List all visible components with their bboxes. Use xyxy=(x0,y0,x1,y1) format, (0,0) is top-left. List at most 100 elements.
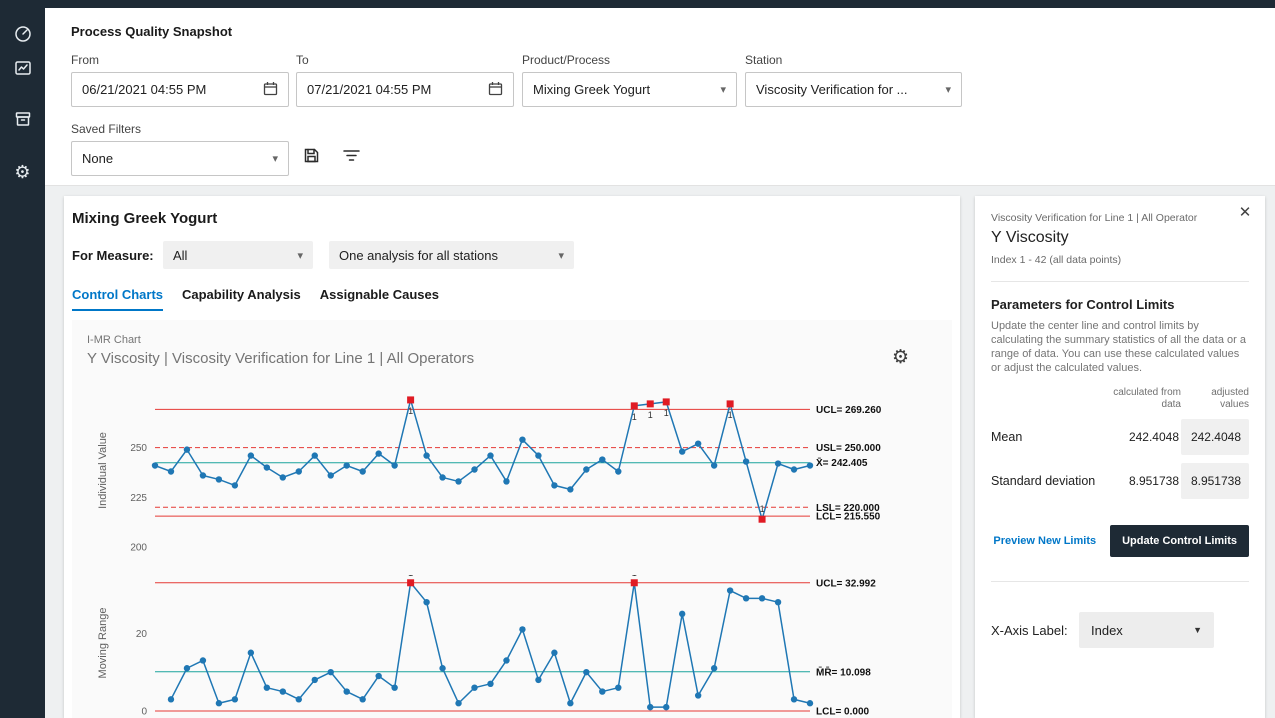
xaxis-value: Index xyxy=(1091,623,1123,638)
svg-text:1: 1 xyxy=(728,410,733,420)
analysis-mode-value: One analysis for all stations xyxy=(339,248,498,263)
from-date-value: 06/21/2021 04:55 PM xyxy=(82,82,206,97)
chart-type-label: I-MR Chart xyxy=(87,334,141,346)
parameters-table: calculated from data adjusted values Mea… xyxy=(991,387,1249,499)
parameters-section-title: Parameters for Control Limits xyxy=(991,297,1249,312)
chevron-down-icon: ▾ xyxy=(272,152,278,165)
sidebar-item-settings[interactable]: ⚙ xyxy=(0,158,45,186)
sidebar-item-charts[interactable] xyxy=(0,56,45,84)
product-value: Mixing Greek Yogurt xyxy=(533,82,650,97)
panel-actions: Preview New Limits Update Control Limits xyxy=(991,525,1249,557)
imr-chart-panel: I-MR Chart Y Viscosity | Viscosity Verif… xyxy=(72,320,952,718)
svg-text:LCL= 0.000: LCL= 0.000 xyxy=(816,707,870,718)
preview-new-limits-link[interactable]: Preview New Limits xyxy=(993,535,1096,547)
from-date-input[interactable]: 06/21/2021 04:55 PM xyxy=(71,72,289,107)
product-select[interactable]: Mixing Greek Yogurt ▾ xyxy=(522,72,737,107)
saved-filters-value: None xyxy=(82,151,113,166)
svg-text:1: 1 xyxy=(632,412,637,422)
product-field-group: Product/Process Mixing Greek Yogurt ▾ xyxy=(522,53,737,107)
svg-text:1: 1 xyxy=(632,575,637,578)
parameters-description: Update the center line and control limit… xyxy=(991,319,1249,375)
filter-icon xyxy=(343,148,360,168)
xaxis-label: X-Axis Label: xyxy=(991,623,1079,638)
saved-filters-select[interactable]: None ▾ xyxy=(71,141,289,176)
svg-text:0: 0 xyxy=(141,707,147,718)
divider xyxy=(991,581,1249,582)
panel-title: Y Viscosity xyxy=(991,229,1249,247)
mean-calculated-value: 242.4048 xyxy=(1111,430,1181,444)
svg-text:1: 1 xyxy=(664,408,669,418)
stddev-row-label: Standard deviation xyxy=(991,474,1111,488)
calendar-icon[interactable] xyxy=(263,81,278,99)
svg-text:250: 250 xyxy=(130,443,147,454)
station-label: Station xyxy=(745,53,962,67)
filter-button[interactable] xyxy=(335,140,367,175)
svg-text:M̄R̄= 10.098: M̄R̄= 10.098 xyxy=(816,666,871,678)
to-date-value: 07/21/2021 04:55 PM xyxy=(307,82,431,97)
divider xyxy=(991,281,1249,282)
stddev-adjusted-input[interactable] xyxy=(1181,463,1249,499)
individuals-chart: Individual Value200225250UCL= 269.260USL… xyxy=(72,380,952,565)
chevron-down-icon: ▾ xyxy=(558,249,564,262)
tab-assignable-causes[interactable]: Assignable Causes xyxy=(320,287,439,311)
mean-row-label: Mean xyxy=(991,430,1111,444)
chevron-down-icon: ▾ xyxy=(945,83,951,96)
panel-subtitle: Viscosity Verification for Line 1 | All … xyxy=(991,212,1249,224)
control-limits-panel: ✕ Viscosity Verification for Line 1 | Al… xyxy=(975,196,1265,718)
svg-text:UCL= 32.992: UCL= 32.992 xyxy=(816,578,876,589)
svg-text:LCL= 215.550: LCL= 215.550 xyxy=(816,512,881,523)
mean-adjusted-input[interactable] xyxy=(1181,419,1249,455)
chevron-down-icon: ▾ xyxy=(720,83,726,96)
svg-text:1: 1 xyxy=(408,406,413,416)
tab-bar: Control Charts Capability Analysis Assig… xyxy=(72,287,952,311)
page-title: Process Quality Snapshot xyxy=(71,24,232,39)
svg-text:Individual Value: Individual Value xyxy=(97,432,109,509)
archive-box-icon xyxy=(13,109,33,134)
svg-text:200: 200 xyxy=(130,543,147,554)
sidebar-item-archive[interactable] xyxy=(0,107,45,135)
to-date-input[interactable]: 07/21/2021 04:55 PM xyxy=(296,72,514,107)
xaxis-row: X-Axis Label: Index ▼ xyxy=(991,612,1249,648)
gear-icon: ⚙ xyxy=(14,163,30,181)
svg-text:Moving Range: Moving Range xyxy=(97,608,109,679)
for-measure-label: For Measure: xyxy=(72,248,155,263)
xaxis-select[interactable]: Index ▼ xyxy=(1079,612,1214,648)
chart-icon xyxy=(13,58,33,83)
measure-select[interactable]: All ▾ xyxy=(163,241,313,269)
moving-range-chart: Moving Range020UCL= 32.992M̄R̄= 10.098LC… xyxy=(72,575,952,718)
product-label: Product/Process xyxy=(522,53,737,67)
top-bar xyxy=(0,0,1275,8)
saved-filters-group: Saved Filters None ▾ xyxy=(71,122,289,176)
to-label: To xyxy=(296,53,514,67)
save-filter-button[interactable] xyxy=(295,140,327,175)
tab-capability-analysis[interactable]: Capability Analysis xyxy=(182,287,301,311)
svg-text:1: 1 xyxy=(648,410,653,420)
measure-row: For Measure: All ▾ One analysis for all … xyxy=(72,241,952,269)
close-icon[interactable]: ✕ xyxy=(1233,200,1257,224)
svg-text:1: 1 xyxy=(760,504,765,514)
analysis-mode-select[interactable]: One analysis for all stations ▾ xyxy=(329,241,574,269)
station-field-group: Station Viscosity Verification for ... ▾ xyxy=(745,53,962,107)
from-label: From xyxy=(71,53,289,67)
stddev-calculated-value: 8.951738 xyxy=(1111,474,1181,488)
sidebar: ⚙ xyxy=(0,0,45,718)
tab-control-charts[interactable]: Control Charts xyxy=(72,287,163,311)
gauge-icon xyxy=(13,24,33,49)
analysis-card: Mixing Greek Yogurt For Measure: All ▾ O… xyxy=(64,196,960,718)
product-process-title: Mixing Greek Yogurt xyxy=(72,210,952,227)
chart-settings-gear-icon[interactable]: ⚙ xyxy=(892,346,909,369)
svg-text:X̄= 242.405: X̄= 242.405 xyxy=(816,457,868,469)
station-value: Viscosity Verification for ... xyxy=(756,82,908,97)
col-header-calculated: calculated from data xyxy=(1111,387,1181,411)
chevron-down-icon: ▾ xyxy=(297,249,303,262)
filter-header: Process Quality Snapshot From 06/21/2021… xyxy=(45,8,1275,186)
update-control-limits-button[interactable]: Update Control Limits xyxy=(1110,525,1249,557)
to-field-group: To 07/21/2021 04:55 PM xyxy=(296,53,514,107)
calendar-icon[interactable] xyxy=(488,81,503,99)
station-select[interactable]: Viscosity Verification for ... ▾ xyxy=(745,72,962,107)
save-icon xyxy=(303,147,320,169)
svg-text:USL= 250.000: USL= 250.000 xyxy=(816,443,881,454)
svg-text:225: 225 xyxy=(130,493,147,504)
chart-title: Y Viscosity | Viscosity Verification for… xyxy=(87,350,474,367)
sidebar-item-dashboard[interactable] xyxy=(0,22,45,50)
